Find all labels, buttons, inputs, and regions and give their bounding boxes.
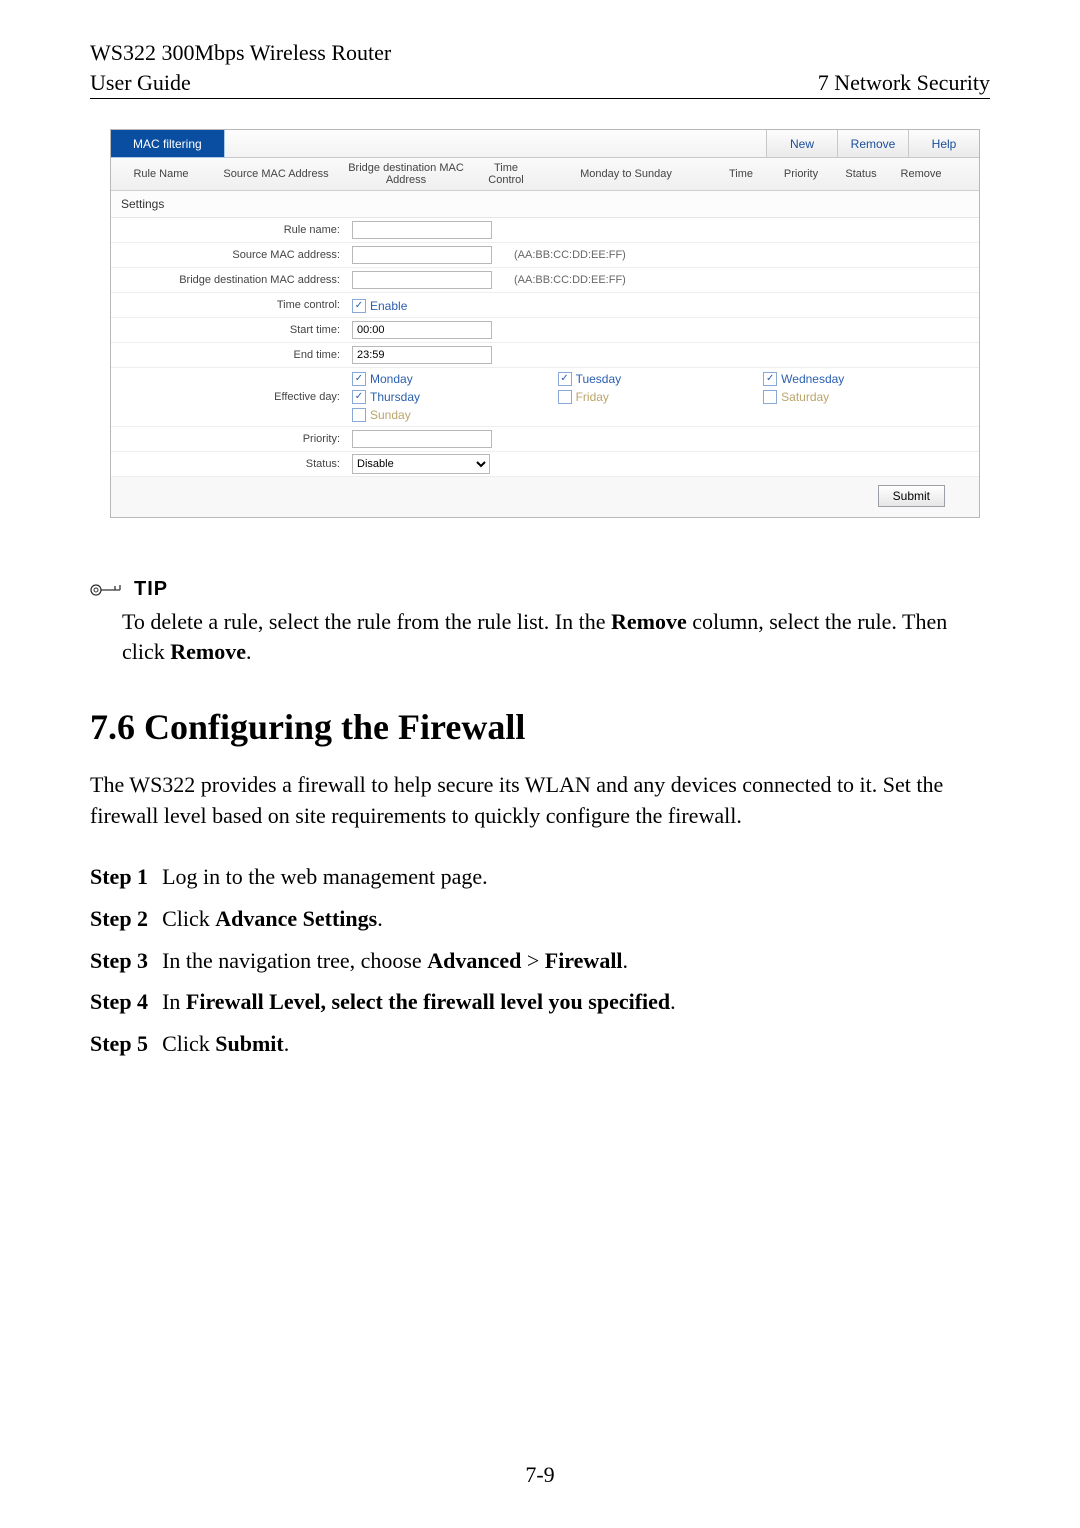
src-mac-format-hint: (AA:BB:CC:DD:EE:FF) — [506, 247, 634, 263]
bridge-mac-input[interactable] — [352, 271, 492, 289]
tip-text: To delete a rule, select the rule from t… — [122, 607, 990, 666]
settings-section-label: Settings — [111, 191, 979, 218]
col-status: Status — [831, 164, 891, 184]
header-chapter: 7 Network Security — [818, 70, 990, 96]
label-effective-day: Effective day: — [111, 388, 348, 406]
col-remove: Remove — [891, 164, 951, 184]
tip-block: TIP To delete a rule, select the rule fr… — [90, 578, 990, 666]
col-src-mac: Source MAC Address — [211, 164, 341, 184]
document-page: WS322 300Mbps Wireless Router User Guide… — [0, 0, 1080, 1528]
header-product: WS322 300Mbps Wireless Router — [90, 40, 990, 66]
tip-label: TIP — [134, 578, 168, 601]
new-button[interactable]: New — [766, 130, 837, 158]
submit-bar: Submit — [111, 477, 979, 517]
start-time-input[interactable] — [352, 321, 492, 339]
monday-checkbox[interactable]: ✓Monday — [352, 372, 542, 386]
wednesday-checkbox[interactable]: ✓Wednesday — [763, 372, 953, 386]
sunday-checkbox[interactable]: Sunday — [352, 408, 542, 422]
step-3: Step 3 In the navigation tree, choose Ad… — [90, 940, 990, 982]
rule-name-input[interactable] — [352, 221, 492, 239]
thursday-checkbox[interactable]: ✓Thursday — [352, 390, 542, 404]
submit-button[interactable]: Submit — [878, 485, 945, 507]
label-src-mac: Source MAC address: — [111, 246, 348, 264]
page-number: 7-9 — [0, 1462, 1080, 1488]
settings-form: Rule name: Source MAC address: (AA:BB:CC… — [111, 218, 979, 477]
step-1: Step 1 Log in to the web management page… — [90, 856, 990, 898]
status-select[interactable]: Disable — [352, 454, 490, 474]
col-mon-sun: Monday to Sunday — [541, 164, 711, 184]
tip-heading: TIP — [90, 578, 990, 601]
label-end-time: End time: — [111, 346, 348, 364]
tuesday-checkbox[interactable]: ✓Tuesday — [558, 372, 748, 386]
priority-input[interactable] — [352, 430, 492, 448]
intro-paragraph: The WS322 provides a firewall to help se… — [90, 770, 990, 832]
section-heading: 7.6 Configuring the Firewall — [90, 706, 990, 748]
label-time-control: Time control: — [111, 296, 348, 314]
mac-filtering-panel: MAC filtering New Remove Help Rule Name … — [110, 129, 980, 518]
enable-checkbox[interactable]: ✓Enable — [352, 299, 407, 313]
rule-table-header: Rule Name Source MAC Address Bridge dest… — [111, 158, 979, 191]
tab-gap — [225, 130, 766, 158]
label-status: Status: — [111, 455, 348, 473]
label-priority: Priority: — [111, 430, 348, 448]
panel-tab-row: MAC filtering New Remove Help — [111, 130, 979, 158]
label-start-time: Start time: — [111, 321, 348, 339]
help-button[interactable]: Help — [908, 130, 979, 158]
header-row: User Guide 7 Network Security — [90, 70, 990, 99]
end-time-input[interactable] — [352, 346, 492, 364]
saturday-checkbox[interactable]: Saturday — [763, 390, 953, 404]
label-bridge-mac: Bridge destination MAC address: — [111, 271, 348, 289]
step-2: Step 2 Click Advance Settings. — [90, 898, 990, 940]
step-4: Step 4 In Firewall Level, select the fir… — [90, 981, 990, 1023]
col-time: Time — [711, 164, 771, 184]
col-bridge-mac: Bridge destination MAC Address — [341, 158, 471, 190]
step-5: Step 5 Click Submit. — [90, 1023, 990, 1065]
remove-button[interactable]: Remove — [837, 130, 908, 158]
effective-day-grid: ✓Monday ✓Thursday Sunday ✓Tuesday Friday… — [348, 368, 979, 426]
key-icon — [90, 582, 124, 598]
src-mac-input[interactable] — [352, 246, 492, 264]
col-rule-name: Rule Name — [111, 164, 211, 184]
col-priority: Priority — [771, 164, 831, 184]
label-rule-name: Rule name: — [111, 221, 348, 239]
steps-list: Step 1 Log in to the web management page… — [90, 856, 990, 1065]
bridge-mac-format-hint: (AA:BB:CC:DD:EE:FF) — [506, 272, 634, 288]
tab-mac-filtering[interactable]: MAC filtering — [111, 130, 225, 158]
col-time-ctrl: Time Control — [471, 158, 541, 190]
friday-checkbox[interactable]: Friday — [558, 390, 748, 404]
header-doc: User Guide — [90, 70, 191, 96]
